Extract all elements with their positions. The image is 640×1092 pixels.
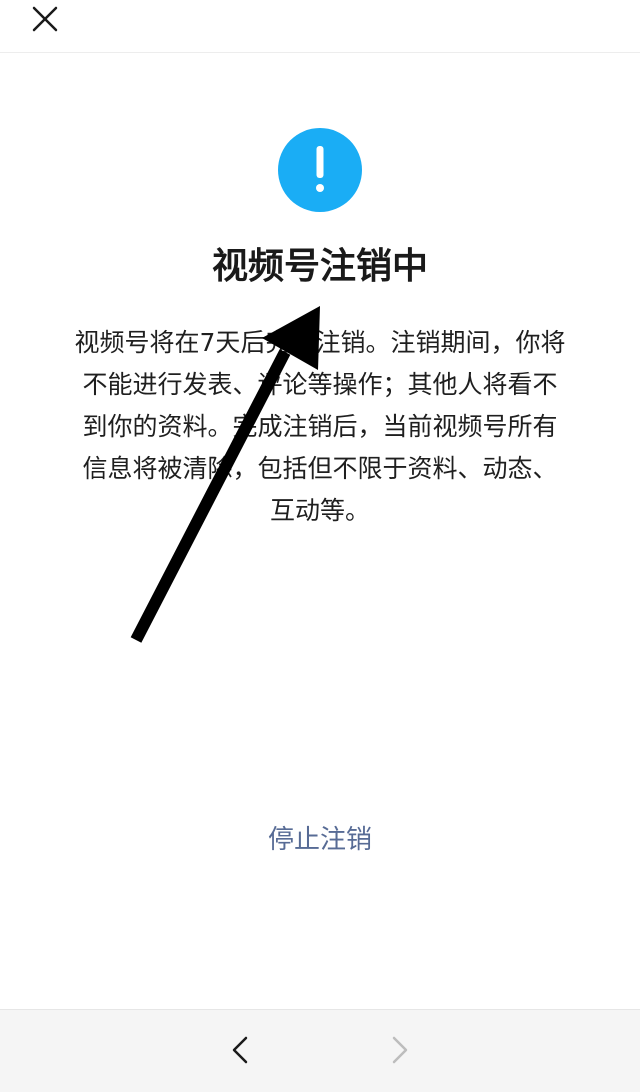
description-line: 到你的资料。完成注销后，当前视频号所有: [82, 412, 558, 441]
exclamation-circle-icon: [278, 128, 362, 212]
back-button[interactable]: [222, 1030, 262, 1070]
close-button[interactable]: [24, 0, 68, 40]
description: 视频号将在7天后完成注销。注销期间，你将 不能进行发表、评论等操作；其他人将看不…: [44, 322, 596, 532]
page-title: 视频号注销中: [211, 246, 428, 287]
chevron-left-icon: [232, 1036, 248, 1064]
close-icon: [32, 6, 58, 32]
top-bar: [0, 0, 640, 53]
description-line: 不能进行发表、评论等操作；其他人将看不: [82, 370, 558, 399]
description-line: 互动等。: [269, 496, 370, 525]
page: 视频号注销中 视频号将在7天后完成注销。注销期间，你将 不能进行发表、评论等操作…: [0, 0, 640, 1092]
description-line: 信息将被清除，包括但不限于资料、动态、: [82, 454, 558, 483]
description-line: 视频号将在7天后完成注销。注销期间，你将: [74, 328, 566, 357]
chevron-right-icon: [392, 1036, 408, 1064]
forward-button[interactable]: [378, 1030, 418, 1070]
stop-deactivation-link[interactable]: 停止注销: [0, 820, 640, 860]
bottom-nav-bar: [0, 1009, 640, 1092]
